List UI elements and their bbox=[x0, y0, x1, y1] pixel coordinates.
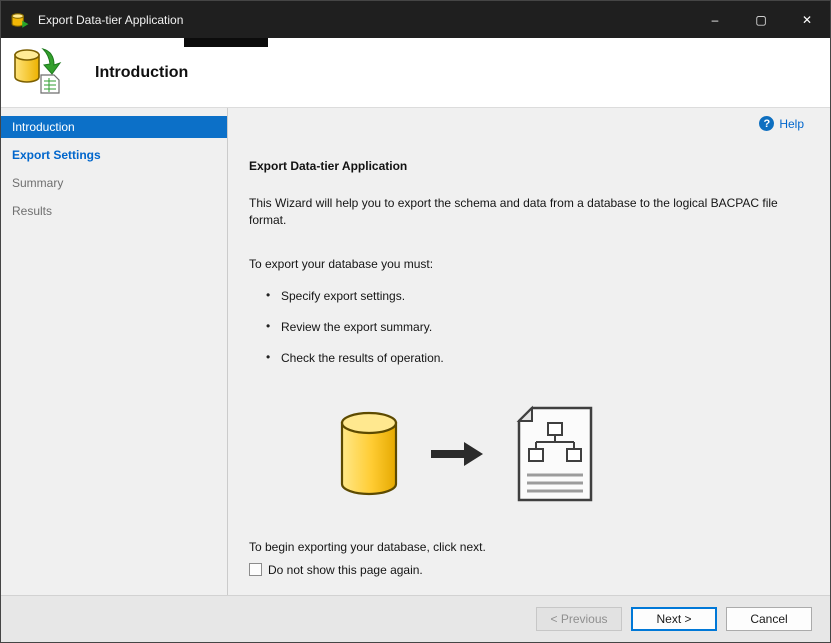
dont-show-label: Do not show this page again. bbox=[268, 562, 423, 577]
bullet-item: Check the results of operation. bbox=[249, 350, 804, 365]
minimize-button[interactable]: – bbox=[692, 1, 738, 38]
close-button[interactable]: ✕ bbox=[784, 1, 830, 38]
sidebar-item-export-settings[interactable]: Export Settings bbox=[1, 144, 227, 166]
sidebar-item-introduction[interactable]: Introduction bbox=[1, 116, 227, 138]
titlebar[interactable]: Export Data-tier Application – ▢ ✕ bbox=[1, 1, 830, 38]
wizard-content: ? Help Export Data-tier Application This… bbox=[228, 108, 830, 595]
content-heading: Export Data-tier Application bbox=[249, 159, 408, 173]
wizard-steps-sidebar: Introduction Export Settings Summary Res… bbox=[1, 108, 228, 595]
maximize-button[interactable]: ▢ bbox=[738, 1, 784, 38]
database-export-icon bbox=[13, 45, 65, 100]
intro-paragraph: This Wizard will help you to export the … bbox=[249, 196, 778, 228]
bacpac-document-icon bbox=[516, 405, 593, 502]
help-icon: ? bbox=[759, 116, 775, 131]
bullet-item: Specify export settings. bbox=[249, 288, 804, 303]
titlebar-artifact bbox=[184, 38, 268, 47]
help-link[interactable]: ? Help bbox=[249, 116, 804, 131]
bullet-item: Review the export summary. bbox=[249, 319, 804, 334]
dont-show-again-option[interactable]: Do not show this page again. bbox=[249, 563, 804, 577]
dont-show-checkbox[interactable] bbox=[249, 563, 262, 577]
app-database-icon bbox=[11, 11, 29, 29]
cancel-button[interactable]: Cancel bbox=[726, 607, 812, 631]
next-button[interactable]: Next > bbox=[631, 607, 717, 631]
begin-text: To begin exporting your database, click … bbox=[249, 540, 486, 555]
window-controls: – ▢ ✕ bbox=[692, 1, 830, 38]
wizard-header: Introduction bbox=[1, 38, 830, 108]
wizard-body: Introduction Export Settings Summary Res… bbox=[1, 108, 830, 595]
sidebar-item-summary[interactable]: Summary bbox=[1, 172, 227, 194]
wizard-footer: < Previous Next > Cancel bbox=[1, 595, 830, 642]
help-label: Help bbox=[779, 116, 804, 131]
page-title: Introduction bbox=[95, 63, 189, 81]
export-wizard-window: Export Data-tier Application – ▢ ✕ Intro… bbox=[0, 0, 831, 643]
requirements-label: To export your database you must: bbox=[249, 256, 434, 271]
export-illustration bbox=[339, 395, 804, 513]
sidebar-item-results[interactable]: Results bbox=[1, 200, 227, 222]
database-cylinder-icon bbox=[340, 412, 398, 496]
previous-button[interactable]: < Previous bbox=[536, 607, 622, 631]
requirements-list: Specify export settings. Review the expo… bbox=[249, 288, 804, 365]
window-title: Export Data-tier Application bbox=[38, 12, 184, 27]
arrow-right-icon bbox=[431, 442, 483, 467]
